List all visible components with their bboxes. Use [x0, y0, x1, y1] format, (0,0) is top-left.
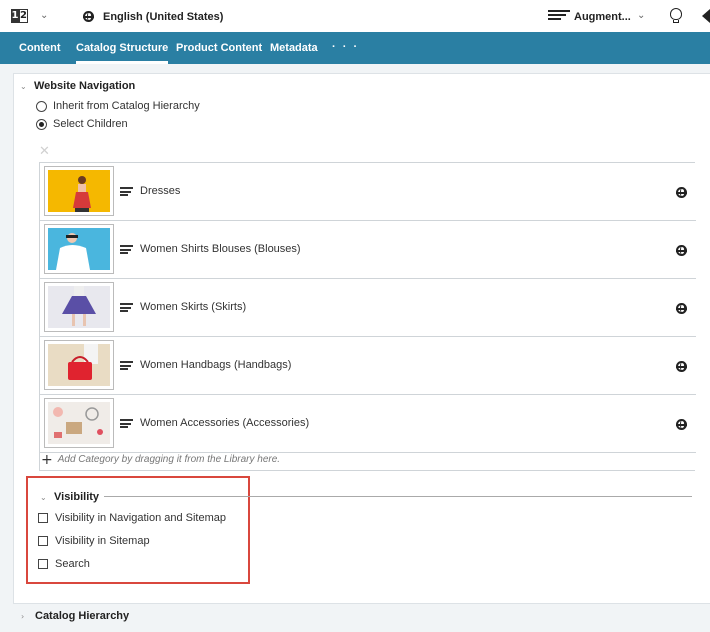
- checkbox[interactable]: [38, 559, 48, 569]
- tab-bar: Content Catalog Structure Product Conten…: [0, 32, 710, 64]
- category-label: Dresses: [140, 185, 181, 197]
- globe-icon[interactable]: [676, 361, 687, 372]
- list-item[interactable]: Women Shirts Blouses (Blouses): [40, 221, 696, 279]
- handbag-image: [48, 344, 110, 386]
- category-icon: [120, 303, 133, 313]
- radio-button[interactable]: [36, 118, 47, 130]
- globe-icon[interactable]: [676, 303, 687, 314]
- catalog-hierarchy-header[interactable]: › Catalog Hierarchy: [21, 610, 129, 622]
- section-title: Website Navigation: [34, 80, 136, 92]
- category-icon: [120, 419, 133, 429]
- collapse-icon[interactable]: [702, 9, 710, 23]
- tab-metadata[interactable]: Metadata: [270, 32, 318, 64]
- chevron-down-icon: ⌄: [40, 492, 47, 502]
- radio-label: Select Children: [53, 118, 128, 130]
- skirt-image: [48, 286, 110, 328]
- category-icon: [120, 361, 133, 371]
- checkbox-label: Visibility in Navigation and Sitemap: [55, 512, 226, 524]
- category-thumbnail: [44, 224, 114, 274]
- website-navigation-header[interactable]: ⌄ Website Navigation: [20, 80, 135, 92]
- radio-button[interactable]: [36, 100, 47, 112]
- tab-catalog-structure[interactable]: Catalog Structure: [76, 32, 169, 64]
- category-icon: [120, 187, 133, 197]
- top-toolbar: 12 ⌄ English (United States) Augment... …: [0, 0, 710, 32]
- section-title: Catalog Hierarchy: [35, 610, 130, 622]
- list-item[interactable]: Dresses: [40, 163, 696, 221]
- chevron-down-icon[interactable]: ⌄: [40, 10, 48, 21]
- more-tabs-button[interactable]: · · ·: [332, 32, 359, 64]
- radio-select-children[interactable]: Select Children: [36, 118, 128, 130]
- checkbox-visibility-sitemap[interactable]: Visibility in Sitemap: [38, 535, 150, 547]
- list-item[interactable]: Women Handbags (Handbags): [40, 337, 696, 395]
- add-category-hint: Add Category by dragging it from the Lib…: [57, 454, 281, 465]
- category-label: Women Skirts (Skirts): [140, 301, 247, 313]
- checkbox[interactable]: [38, 513, 48, 523]
- tab-content[interactable]: Content: [19, 32, 61, 64]
- chevron-down-icon: ⌄: [20, 81, 27, 91]
- category-icon: [120, 245, 133, 255]
- divider: [104, 496, 692, 497]
- category-label: Women Shirts Blouses (Blouses): [140, 243, 301, 255]
- category-thumbnail: [44, 166, 114, 216]
- checkbox-label: Search: [55, 558, 90, 570]
- globe-icon[interactable]: [676, 245, 687, 256]
- blouse-image: [48, 228, 110, 270]
- add-category-dropzone[interactable]: + Add Category by dragging it from the L…: [41, 451, 281, 468]
- dress-image: [48, 170, 110, 212]
- locale-selector[interactable]: English (United States): [103, 11, 223, 23]
- category-thumbnail: [44, 340, 114, 390]
- catalog-structure-panel: ⌄ Website Navigation Inherit from Catalo…: [13, 73, 710, 604]
- checkbox-label: Visibility in Sitemap: [55, 535, 150, 547]
- checkbox-visibility-navigation-sitemap[interactable]: Visibility in Navigation and Sitemap: [38, 512, 226, 524]
- section-title: Visibility: [54, 491, 100, 503]
- category-label: Women Handbags (Handbags): [140, 359, 292, 371]
- globe-icon[interactable]: [676, 419, 687, 430]
- checkbox[interactable]: [38, 536, 48, 546]
- visibility-header[interactable]: ⌄ Visibility: [40, 491, 99, 503]
- radio-inherit[interactable]: Inherit from Catalog Hierarchy: [36, 100, 200, 112]
- category-thumbnail: [44, 398, 114, 448]
- list-item[interactable]: Women Skirts (Skirts): [40, 279, 696, 337]
- category-list: Dresses Women Shirts Blouses (Blouses) W…: [39, 162, 696, 471]
- plus-icon: +: [41, 451, 53, 468]
- radio-label: Inherit from Catalog Hierarchy: [53, 100, 200, 112]
- accessories-image: [48, 402, 110, 444]
- category-label: Women Accessories (Accessories): [140, 417, 310, 429]
- globe-icon[interactable]: [676, 187, 687, 198]
- chevron-right-icon: ›: [21, 611, 25, 621]
- lightbulb-icon[interactable]: [670, 8, 682, 24]
- tab-product-content[interactable]: Product Content: [176, 32, 262, 64]
- list-item[interactable]: Women Accessories (Accessories): [40, 395, 696, 453]
- chevron-down-icon[interactable]: ⌄: [637, 10, 645, 21]
- augment-icon[interactable]: [548, 10, 570, 22]
- checkbox-search[interactable]: Search: [38, 558, 90, 570]
- globe-icon[interactable]: [83, 11, 94, 22]
- variant-switch-icon[interactable]: 12: [11, 9, 28, 23]
- augment-selector[interactable]: Augment...: [574, 11, 631, 23]
- category-thumbnail: [44, 282, 114, 332]
- remove-icon[interactable]: ✕: [39, 144, 50, 159]
